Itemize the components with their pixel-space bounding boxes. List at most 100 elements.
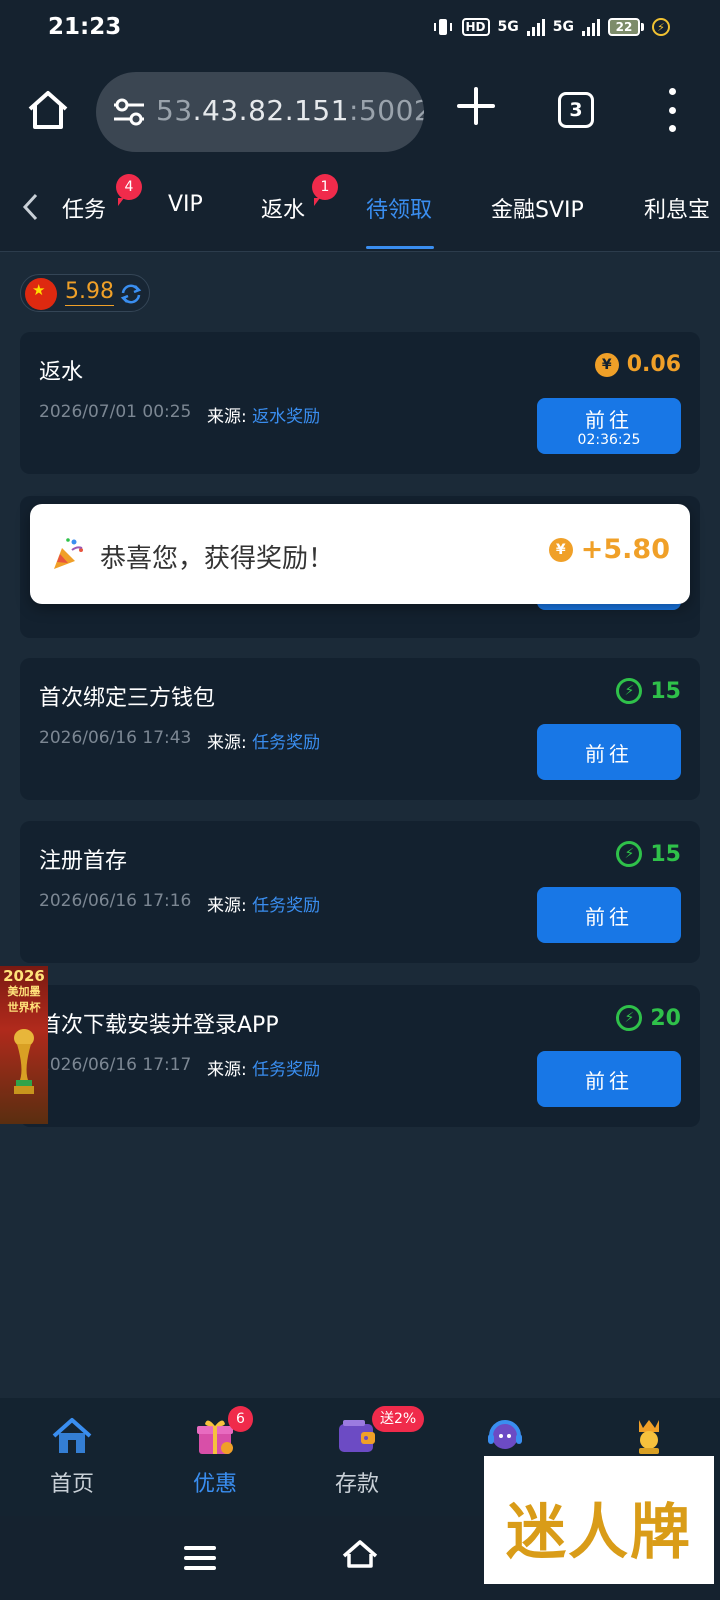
card-date: 2026/06/16 17:16	[39, 891, 192, 911]
card-date: 2026/06/16 17:43	[39, 728, 192, 748]
card-reward: ⚡ 15	[616, 841, 681, 867]
browser-home-icon[interactable]	[26, 88, 70, 132]
countdown-timer: 02:36:25	[577, 432, 641, 448]
url-text[interactable]: 53.43.82.151:5002	[156, 94, 424, 127]
network-label-1: 5G	[497, 19, 519, 35]
card-reward: ⚡ 20	[616, 1005, 681, 1031]
home-icon	[52, 1418, 92, 1453]
card-title: 首次绑定三方钱包	[39, 686, 216, 711]
site-settings-icon[interactable]	[112, 96, 146, 128]
tab-pending[interactable]: 待领取	[366, 192, 432, 224]
promo-line2: 美加墨	[7, 985, 41, 998]
world-cup-promo-banner[interactable]: 2026 美加墨 世界杯	[0, 966, 48, 1124]
url-port: :5002	[349, 94, 424, 127]
card-source: 来源: 任务奖励	[207, 891, 320, 916]
tab-interest[interactable]: 利息宝	[644, 192, 710, 224]
reward-amount: 15	[650, 841, 681, 867]
nav-deposit-label: 存款	[334, 1472, 379, 1497]
card-title: 首次下载安装并登录APP	[39, 1013, 279, 1038]
source-value: 任务奖励	[252, 896, 321, 916]
signal-icon	[526, 18, 545, 36]
coin-icon: ¥	[548, 537, 573, 562]
card-source: 来源: 任务奖励	[207, 728, 320, 753]
tab-finance-svip[interactable]: 金融SVIP	[491, 192, 584, 224]
url-host: .43.82.151	[192, 94, 350, 127]
vibrate-icon	[433, 19, 452, 35]
charging-icon: ⚡	[652, 18, 670, 36]
address-bar[interactable]: 53.43.82.151:5002	[96, 72, 424, 152]
tab-tasks[interactable]: 任务	[62, 192, 106, 224]
card-date: 2026/06/16 17:17	[39, 1055, 192, 1075]
balance-value: 5.98	[65, 279, 114, 306]
new-tab-icon[interactable]	[456, 86, 496, 126]
chevron-left-icon[interactable]	[18, 190, 44, 224]
source-label: 来源:	[207, 733, 247, 753]
network-label-2: 5G	[552, 19, 574, 35]
status-bar: 21:23 HD 5G 5G 22 ⚡	[0, 0, 720, 58]
toast-message: 恭喜您，获得奖励！	[100, 544, 335, 574]
lightning-icon: ⚡	[616, 678, 643, 704]
nav-deposit-badge: 送2%	[372, 1406, 425, 1432]
source-label: 来源:	[207, 1060, 247, 1080]
source-value: 任务奖励	[252, 1060, 321, 1080]
card-source: 来源: 返水奖励	[207, 402, 320, 427]
go-button[interactable]: 前往 02:36:25	[537, 398, 681, 454]
source-label: 来源:	[207, 896, 247, 916]
nav-promotions-badge: 6	[228, 1406, 253, 1432]
browser-menu-icon[interactable]	[664, 88, 680, 132]
go-button-label: 前往	[585, 742, 633, 766]
nav-promotions-label: 优惠	[192, 1472, 237, 1497]
lightning-icon: ⚡	[616, 1005, 643, 1031]
tab-vip[interactable]: VIP	[168, 192, 203, 217]
go-button[interactable]: 前往	[537, 1051, 681, 1107]
tab-rebate[interactable]: 返水	[261, 192, 305, 224]
hd-voice-icon: HD	[461, 18, 490, 36]
watermark-text: 迷人牌	[506, 1498, 692, 1568]
reward-amount: 15	[650, 678, 681, 704]
reward-card: 返水 2026/07/01 00:25 来源: 返水奖励 ¥ 0.06 前往 0…	[20, 332, 700, 474]
trophy-icon	[14, 1029, 34, 1094]
card-reward: ⚡ 15	[616, 678, 681, 704]
watermark-logo: 迷人牌	[484, 1456, 714, 1584]
nav-home[interactable]: 首页	[17, 1416, 127, 1498]
source-value: 任务奖励	[252, 733, 321, 753]
active-tab-indicator	[366, 246, 434, 249]
reward-amount: 0.06	[626, 352, 681, 377]
nav-home-label: 首页	[49, 1472, 94, 1497]
promo-line3: 世界杯	[7, 1001, 41, 1014]
nav-promotions[interactable]: 优惠	[160, 1416, 270, 1498]
china-flag-icon	[25, 278, 57, 310]
tab-switcher-button[interactable]: 3	[558, 92, 594, 128]
toast-amount: ¥ +5.80	[548, 534, 670, 565]
reward-card: 首次下载安装并登录APP 2026/06/16 17:17 来源: 任务奖励 ⚡…	[20, 985, 700, 1127]
tab-rebate-badge: 1	[312, 174, 338, 206]
tab-tasks-badge: 4	[116, 174, 142, 206]
vip-crown-icon	[639, 1420, 659, 1454]
card-reward: ¥ 0.06	[594, 352, 681, 377]
status-icons: HD 5G 5G 22 ⚡	[432, 16, 670, 38]
recent-apps-icon[interactable]	[184, 1546, 216, 1570]
go-button-label: 前往	[585, 408, 633, 432]
browser-toolbar: 53.43.82.151:5002 3	[0, 58, 720, 166]
promo-year: 2026	[3, 967, 45, 985]
reward-card: 首次绑定三方钱包 2026/06/16 17:43 来源: 任务奖励 ⚡ 15 …	[20, 658, 700, 800]
go-button-label: 前往	[585, 905, 633, 929]
reward-card: 注册首存 2026/06/16 17:16 来源: 任务奖励 ⚡ 15 前往	[20, 821, 700, 963]
card-title: 注册首存	[39, 849, 128, 874]
battery-level: 22	[608, 18, 640, 36]
toast-amount-value: +5.80	[580, 534, 670, 565]
go-button-label: 前往	[585, 1069, 633, 1093]
reward-amount: 20	[650, 1005, 681, 1031]
card-title: 返水	[39, 360, 84, 385]
system-home-icon[interactable]	[340, 1536, 380, 1576]
support-icon	[488, 1420, 522, 1449]
card-source: 来源: 任务奖励	[207, 1055, 320, 1080]
go-button[interactable]: 前往	[537, 724, 681, 780]
battery-icon: 22	[608, 18, 644, 36]
reward-toast: 恭喜您，获得奖励！ ¥ +5.80	[30, 504, 690, 604]
url-truncated-part: 53	[156, 94, 193, 127]
refresh-icon[interactable]	[119, 282, 143, 306]
go-button[interactable]: 前往	[537, 887, 681, 943]
card-date: 2026/07/01 00:25	[39, 402, 192, 422]
balance-pill: 5.98	[20, 274, 150, 312]
